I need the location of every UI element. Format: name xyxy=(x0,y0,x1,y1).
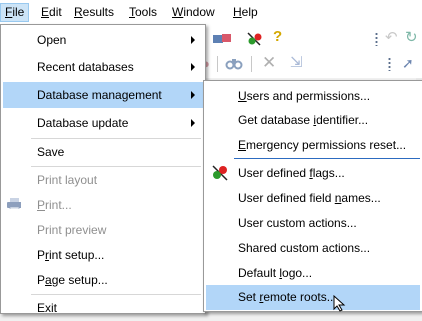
menu-item-print-layout[interactable]: Print layout xyxy=(3,167,203,193)
mouse-cursor-icon xyxy=(333,295,346,312)
menu-help-label: elp xyxy=(241,5,258,19)
menu-item-label: Shared custom actions... xyxy=(238,241,371,255)
printer-icon xyxy=(7,198,21,209)
menu-edit-accel: E xyxy=(41,5,50,19)
toolbar-grip-icon[interactable] xyxy=(388,57,391,71)
menu-window[interactable]: Window xyxy=(168,3,219,22)
flag-toolbar-icon[interactable] xyxy=(245,31,265,47)
binoculars-icon[interactable] xyxy=(225,56,243,70)
menu-help-accel: H xyxy=(233,5,242,19)
menu-window-label: indow xyxy=(183,5,215,19)
delete-icon[interactable]: ✕ xyxy=(262,54,276,71)
submenu-item-database-identifier[interactable]: Get database identifier... xyxy=(206,107,420,133)
menu-bar: File Edit Results Tools Window Help xyxy=(0,0,422,26)
clear-selection-icon[interactable]: ⇲ xyxy=(290,55,303,71)
menu-item-label: Set remote roots... xyxy=(238,290,337,304)
pointer-icon[interactable]: ➚ xyxy=(402,55,414,71)
menu-window-accel: W xyxy=(172,5,184,19)
menu-edit-label: dit xyxy=(49,5,62,19)
menu-item-label: Save xyxy=(37,145,65,159)
menu-item-label: Users and permissions... xyxy=(238,89,371,103)
submenu-item-emergency-reset[interactable]: Emergency permissions reset... xyxy=(206,132,420,158)
database-icon[interactable] xyxy=(213,32,233,46)
toolbar-area: ? ↶ ↻ ● ✕ ⇲ ➚ xyxy=(202,25,422,78)
help-question-icon[interactable]: ? xyxy=(273,29,282,45)
flag-icon xyxy=(212,165,228,181)
database-management-submenu: Users and permissions... Get database id… xyxy=(203,80,422,312)
menu-item-label: Get database identifier... xyxy=(238,113,369,127)
submenu-arrow-icon xyxy=(191,36,195,44)
toolbar-separator xyxy=(251,56,252,72)
menu-item-label: Exit xyxy=(37,301,58,315)
submenu-item-user-custom-actions[interactable]: User custom actions... xyxy=(206,210,420,236)
menu-item-print[interactable]: Print... xyxy=(3,192,203,218)
refresh-icon[interactable]: ↻ xyxy=(405,30,418,46)
menu-item-label: User custom actions... xyxy=(238,216,357,230)
menu-results-accel: R xyxy=(74,5,83,19)
submenu-item-set-remote-roots[interactable]: Set remote roots... xyxy=(206,285,420,310)
menu-item-database-management[interactable]: Database management xyxy=(3,82,203,108)
menu-item-print-setup[interactable]: Print setup... xyxy=(3,242,203,268)
submenu-item-user-defined-field-names[interactable]: User defined field names... xyxy=(206,185,420,211)
menu-item-label: Recent databases xyxy=(37,60,134,74)
menu-separator xyxy=(234,158,420,159)
menu-tools-label: ools xyxy=(135,5,158,19)
menu-results[interactable]: Results xyxy=(70,3,118,22)
menu-item-open[interactable]: Open xyxy=(3,27,203,53)
submenu-arrow-icon xyxy=(191,119,195,127)
menu-file-label: ile xyxy=(12,5,25,19)
undo-icon[interactable]: ↶ xyxy=(385,30,398,46)
menu-file[interactable]: File xyxy=(0,3,30,22)
menu-help[interactable]: Help xyxy=(229,3,262,22)
menu-item-label: User defined field names... xyxy=(238,191,381,205)
menu-item-recent-databases[interactable]: Recent databases xyxy=(3,54,203,80)
menu-item-label: Print preview xyxy=(37,223,107,237)
submenu-item-user-defined-flags[interactable]: User defined flags... xyxy=(206,160,420,186)
menu-results-label: esults xyxy=(82,5,115,19)
menu-tools[interactable]: Tools xyxy=(125,3,161,22)
menu-item-label: Database management xyxy=(37,88,162,102)
menu-item-database-update[interactable]: Database update xyxy=(3,110,203,136)
menu-item-label: Print setup... xyxy=(37,248,105,262)
submenu-item-default-logo[interactable]: Default logo... xyxy=(206,260,420,286)
menu-item-label: Default logo... xyxy=(238,266,313,280)
toolbar-separator xyxy=(217,56,218,72)
menu-item-save[interactable]: Save xyxy=(3,139,203,165)
submenu-arrow-icon xyxy=(191,63,195,71)
menu-item-exit[interactable]: Exit xyxy=(3,295,203,321)
menu-item-label: Open xyxy=(37,33,67,47)
menu-item-page-setup[interactable]: Page setup... xyxy=(3,267,203,293)
submenu-arrow-icon xyxy=(191,91,195,99)
menu-edit[interactable]: Edit xyxy=(37,3,66,22)
submenu-item-shared-custom-actions[interactable]: Shared custom actions... xyxy=(206,235,420,261)
menu-item-label: Database update xyxy=(37,116,129,130)
menu-item-print-preview[interactable]: Print preview xyxy=(3,217,203,243)
menu-item-label: User defined flags... xyxy=(238,166,345,180)
menu-item-label: Emergency permissions reset... xyxy=(238,138,407,152)
menu-item-label: Page setup... xyxy=(37,273,108,287)
file-menu: Open Recent databases Database managemen… xyxy=(0,24,206,315)
menu-item-label: Print... xyxy=(37,198,72,212)
menu-item-label: Print layout xyxy=(37,173,98,187)
submenu-item-users-permissions[interactable]: Users and permissions... xyxy=(206,83,420,109)
toolbar-grip-icon[interactable] xyxy=(375,32,378,46)
